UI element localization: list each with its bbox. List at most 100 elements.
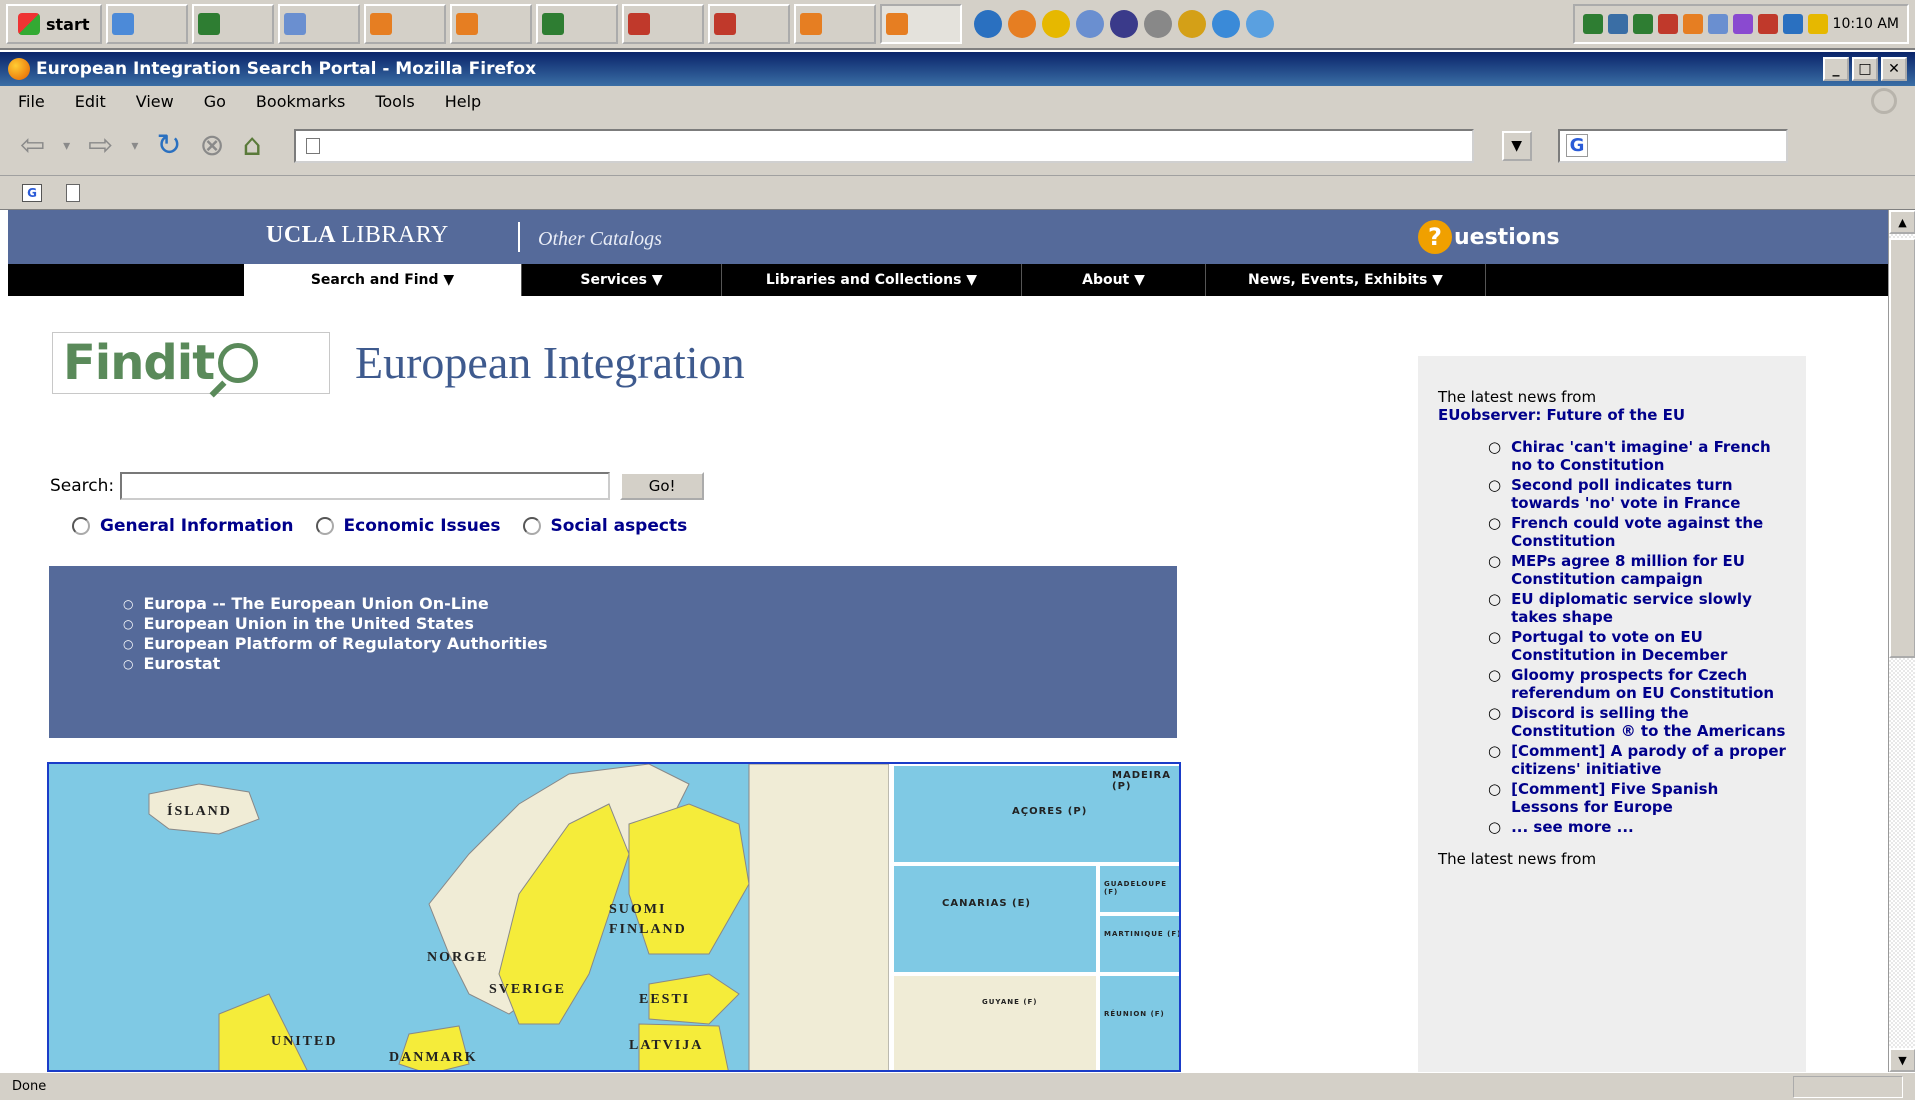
start-button[interactable]: start bbox=[6, 4, 102, 44]
taskbar-button-active[interactable] bbox=[879, 4, 962, 44]
taskbar-button[interactable] bbox=[449, 4, 532, 44]
quick-launch-icon[interactable] bbox=[1177, 10, 1206, 38]
tray-icon[interactable] bbox=[1657, 14, 1678, 34]
forward-arrow-icon[interactable]: ⇨ bbox=[88, 124, 113, 168]
search-box[interactable]: G bbox=[1557, 128, 1788, 163]
general-information-link[interactable]: General Information bbox=[100, 516, 294, 536]
tray-icon[interactable] bbox=[1807, 14, 1828, 34]
menu-go[interactable]: Go bbox=[204, 92, 226, 111]
scroll-down-arrow-icon[interactable]: ▼ bbox=[1889, 1048, 1915, 1072]
map-label-finland: SUOMI FINLAND bbox=[609, 902, 687, 937]
quick-launch-icon[interactable] bbox=[1143, 10, 1172, 38]
tray-icon[interactable] bbox=[1707, 14, 1728, 34]
minimize-button[interactable]: _ bbox=[1823, 57, 1849, 81]
maximize-button[interactable]: □ bbox=[1852, 57, 1878, 81]
quick-launch-icon[interactable] bbox=[1245, 10, 1274, 38]
back-arrow-icon[interactable]: ⇦ bbox=[20, 124, 45, 168]
forward-dropdown-icon[interactable]: ▾ bbox=[131, 124, 138, 168]
bullet-icon: ○ bbox=[1488, 818, 1502, 836]
news-link[interactable]: MEPs agree 8 million for EU Constitution… bbox=[1511, 552, 1786, 588]
nav-search-and-find[interactable]: Search and Find ▼ bbox=[244, 264, 522, 296]
scrollbar-thumb[interactable] bbox=[1889, 238, 1915, 658]
quick-launch-icon[interactable] bbox=[1041, 10, 1070, 38]
search-input[interactable] bbox=[120, 472, 611, 500]
nav-about[interactable]: About ▼ bbox=[1022, 264, 1206, 296]
close-button[interactable]: ✕ bbox=[1881, 57, 1907, 81]
network-icon[interactable] bbox=[1607, 14, 1628, 34]
questions-label: uestions bbox=[1454, 224, 1560, 250]
tray-icon[interactable] bbox=[1582, 14, 1603, 34]
menu-tools[interactable]: Tools bbox=[375, 92, 414, 111]
eurostat-link[interactable]: Eurostat bbox=[143, 654, 220, 674]
news-link[interactable]: [Comment] A parody of a proper citizens'… bbox=[1511, 742, 1786, 778]
taskbar-button[interactable] bbox=[621, 4, 704, 44]
other-catalogs-link[interactable]: Other Catalogs bbox=[538, 228, 662, 251]
quick-launch-icon[interactable] bbox=[1007, 10, 1036, 38]
news-link[interactable]: EU diplomatic service slowly takes shape bbox=[1511, 590, 1786, 626]
menu-file[interactable]: File bbox=[18, 92, 45, 111]
tray-icon[interactable] bbox=[1732, 14, 1753, 34]
taskbar-button[interactable] bbox=[105, 4, 188, 44]
nav-services[interactable]: Services ▼ bbox=[522, 264, 722, 296]
tray-icon[interactable] bbox=[1782, 14, 1803, 34]
social-aspects-link[interactable]: Social aspects bbox=[551, 516, 688, 536]
news-link[interactable]: Chirac 'can't imagine' a French no to Co… bbox=[1511, 438, 1786, 474]
tray-icon[interactable] bbox=[1682, 14, 1703, 34]
taskbar-button[interactable] bbox=[191, 4, 274, 44]
taskbar-button[interactable] bbox=[793, 4, 876, 44]
economic-issues-link[interactable]: Economic Issues bbox=[344, 516, 501, 536]
quick-launch-icon[interactable] bbox=[1211, 10, 1240, 38]
throbber-icon bbox=[1871, 88, 1897, 114]
google-search-icon[interactable]: G bbox=[1565, 134, 1589, 157]
russia-shape bbox=[748, 764, 889, 1070]
europe-map[interactable]: ÍSLAND NORGE SVERIGE SUOMI FINLAND EESTI… bbox=[47, 762, 1181, 1072]
nav-news-events-exhibits[interactable]: News, Events, Exhibits ▼ bbox=[1206, 264, 1486, 296]
taskbar-button[interactable] bbox=[277, 4, 360, 44]
quick-launch-icon[interactable] bbox=[1109, 10, 1138, 38]
news-link[interactable]: Discord is selling the Constitution ® to… bbox=[1511, 704, 1786, 740]
menu-bookmarks[interactable]: Bookmarks bbox=[256, 92, 345, 111]
menu-help[interactable]: Help bbox=[445, 92, 481, 111]
signal-icon[interactable] bbox=[1632, 14, 1653, 34]
back-dropdown-icon[interactable]: ▾ bbox=[63, 124, 70, 168]
menu-edit[interactable]: Edit bbox=[75, 92, 106, 111]
scroll-up-arrow-icon[interactable]: ▲ bbox=[1889, 210, 1915, 234]
taskbar-button[interactable] bbox=[707, 4, 790, 44]
url-dropdown-icon[interactable]: ▼ bbox=[1501, 130, 1532, 161]
epra-link[interactable]: European Platform of Regulatory Authorit… bbox=[143, 634, 547, 654]
eu-in-us-link[interactable]: European Union in the United States bbox=[143, 614, 473, 634]
list-item: ○ Eurostat bbox=[123, 654, 1159, 674]
see-more-link[interactable]: ... see more ... bbox=[1511, 818, 1634, 836]
sidebar-intro-2: The latest news from bbox=[1438, 850, 1597, 868]
vertical-scrollbar[interactable]: ▲ ▼ bbox=[1888, 210, 1915, 1072]
news-link[interactable]: Portugal to vote on EU Constitution in D… bbox=[1511, 628, 1786, 664]
list-item: ○ MEPs agree 8 million for EU Constitutio… bbox=[1488, 552, 1786, 588]
map-insets: AÇORES (P) CANARIAS (E) MADEIRA (P) GUAD… bbox=[889, 764, 1179, 1070]
menu-view[interactable]: View bbox=[136, 92, 174, 111]
findit-logo[interactable]: Findit bbox=[52, 332, 330, 394]
news-link[interactable]: Second poll indicates turn towards 'no' … bbox=[1511, 476, 1786, 512]
questions-link[interactable]: ? uestions bbox=[1418, 220, 1560, 254]
taskbar-button[interactable] bbox=[363, 4, 446, 44]
radio-general-information[interactable] bbox=[72, 517, 90, 535]
radio-social-aspects[interactable] bbox=[522, 517, 541, 535]
home-icon[interactable]: ⌂ bbox=[243, 124, 262, 168]
map-label-madeira: MADEIRA (P) bbox=[1112, 770, 1171, 792]
quick-launch-icon[interactable] bbox=[1075, 10, 1104, 38]
quick-launch-icon[interactable] bbox=[973, 10, 1002, 38]
news-link[interactable]: [Comment] Five Spanish Lessons for Europ… bbox=[1511, 780, 1786, 816]
europa-link[interactable]: Europa -- The European Union On-Line bbox=[143, 594, 488, 614]
bullet-icon: ○ bbox=[1488, 590, 1502, 608]
nav-libraries-and-collections[interactable]: Libraries and Collections ▼ bbox=[722, 264, 1022, 296]
radio-economic-issues[interactable] bbox=[315, 517, 334, 535]
taskbar-button[interactable] bbox=[535, 4, 618, 44]
stop-icon[interactable]: ⊗ bbox=[199, 124, 224, 168]
go-button[interactable]: Go! bbox=[620, 472, 705, 500]
tray-icon[interactable] bbox=[1757, 14, 1778, 34]
reload-icon[interactable]: ↻ bbox=[156, 124, 181, 168]
ucla-library-logo[interactable]: UCLA LIBRARY bbox=[266, 222, 449, 249]
address-bar[interactable] bbox=[293, 128, 1474, 163]
euobserver-link[interactable]: EUobserver: Future of the EU bbox=[1438, 406, 1685, 424]
news-link[interactable]: French could vote against the Constituti… bbox=[1511, 514, 1786, 550]
news-link[interactable]: Gloomy prospects for Czech referendum on… bbox=[1511, 666, 1786, 702]
